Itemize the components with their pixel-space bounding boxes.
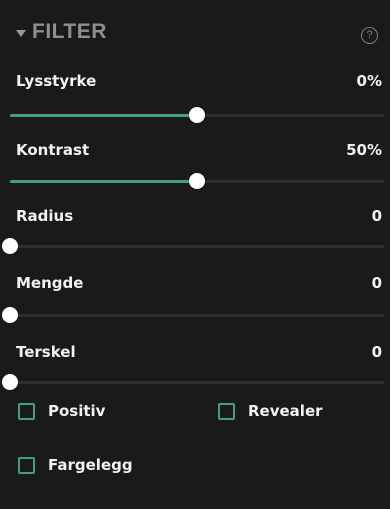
slider-value-radius: 0 (371, 207, 382, 225)
checkbox-box[interactable] (18, 456, 35, 474)
checkbox-box[interactable] (18, 402, 35, 420)
checkbox-label-revealer: Revealer (248, 402, 323, 420)
slider-thumb[interactable] (2, 307, 18, 323)
brightness-slider[interactable] (10, 107, 384, 123)
checkbox-label-fargelegg: Fargelegg (48, 456, 133, 474)
threshold-slider[interactable] (2, 374, 384, 390)
chevron-down-icon[interactable] (16, 29, 26, 37)
slider-value-terskel: 0 (371, 343, 382, 361)
slider-value-mengde: 0 (371, 274, 382, 292)
slider-thumb[interactable] (189, 173, 205, 189)
slider-label-kontrast: Kontrast (16, 141, 90, 159)
contrast-slider[interactable] (10, 173, 384, 189)
slider-value-kontrast: 50% (346, 141, 382, 159)
radius-slider[interactable] (2, 238, 384, 254)
amount-slider[interactable] (2, 307, 384, 323)
slider-label-terskel: Terskel (16, 343, 76, 361)
positiv-checkbox[interactable]: Positiv (18, 402, 105, 420)
filter-panel: FILTER ? Lysstyrke 0% Kontrast 50% Radiu… (0, 0, 390, 509)
section-title: FILTER (32, 20, 107, 43)
slider-thumb[interactable] (2, 238, 18, 254)
fargelegg-checkbox[interactable]: Fargelegg (18, 456, 133, 474)
revealer-checkbox[interactable]: Revealer (218, 402, 323, 420)
filter-section-header[interactable]: FILTER (16, 20, 107, 44)
slider-fill (10, 114, 197, 117)
slider-label-mengde: Mengde (16, 274, 84, 292)
slider-label-lysstyrke: Lysstyrke (16, 72, 97, 90)
slider-fill (10, 180, 197, 183)
checkbox-box[interactable] (218, 402, 235, 420)
help-icon[interactable]: ? (361, 27, 378, 44)
checkbox-label-positiv: Positiv (48, 402, 106, 420)
slider-thumb[interactable] (189, 107, 205, 123)
slider-label-radius: Radius (16, 207, 74, 225)
slider-value-lysstyrke: 0% (356, 72, 382, 90)
slider-thumb[interactable] (2, 374, 18, 390)
